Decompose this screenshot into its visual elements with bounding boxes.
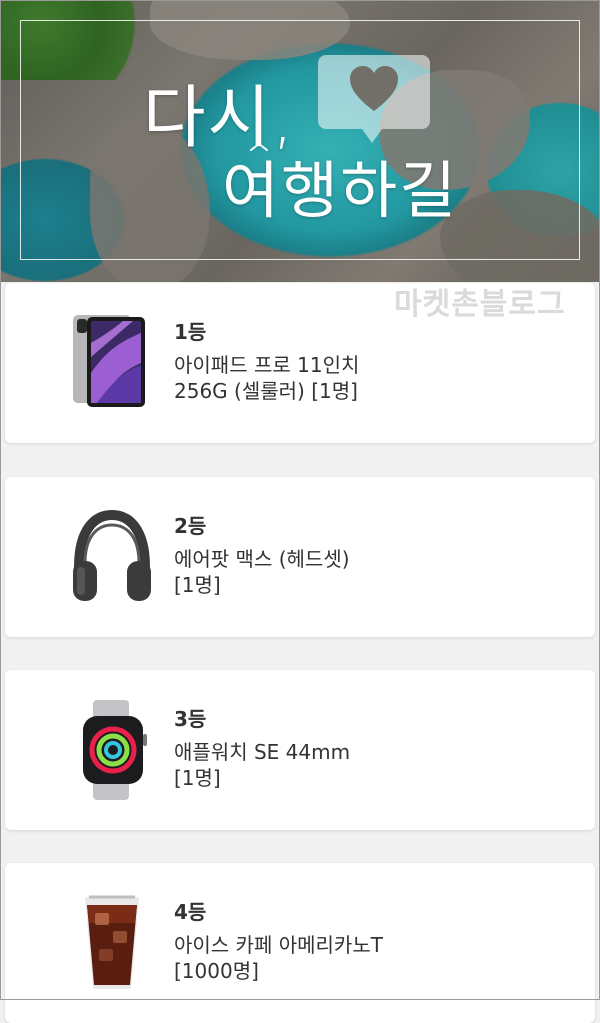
prize-rank: 3등	[174, 707, 207, 731]
ipad-pro-icon	[73, 315, 145, 407]
prize-rank: 2등	[174, 514, 207, 538]
prize-rank: 4등	[174, 900, 207, 924]
prize-detail: [1명]	[174, 766, 221, 790]
hero-banner: 다시, 여행하길	[0, 0, 600, 282]
prize-detail: [1000명]	[174, 959, 259, 983]
prize-card-2: 2등 에어팟 맥스 (헤드셋) [1명]	[5, 477, 595, 637]
heart-speech-bubble-icon	[318, 55, 430, 143]
airpods-max-icon	[73, 509, 151, 601]
prize-card-4: 4등 아이스 카페 아메리카노T [1000명]	[5, 863, 595, 1023]
prize-name: 아이패드 프로 11인치	[174, 353, 360, 377]
prize-name: 애플워치 SE 44mm	[174, 740, 351, 764]
watermark-text: 마켓촌블로그	[394, 287, 566, 322]
banner-title-line2: 여행하길	[222, 154, 459, 227]
prize-detail: [1명]	[174, 573, 221, 597]
iced-americano-icon	[85, 895, 139, 989]
prize-name: 에어팟 맥스 (헤드셋)	[174, 547, 350, 571]
prize-rank: 1등	[174, 320, 207, 344]
prize-name: 아이스 카페 아메리카노T	[174, 933, 383, 957]
prize-detail: 256G (셀룰러) [1명]	[174, 379, 358, 403]
prize-card-3: 3등 애플워치 SE 44mm [1명]	[5, 670, 595, 830]
apple-watch-icon	[83, 700, 147, 800]
